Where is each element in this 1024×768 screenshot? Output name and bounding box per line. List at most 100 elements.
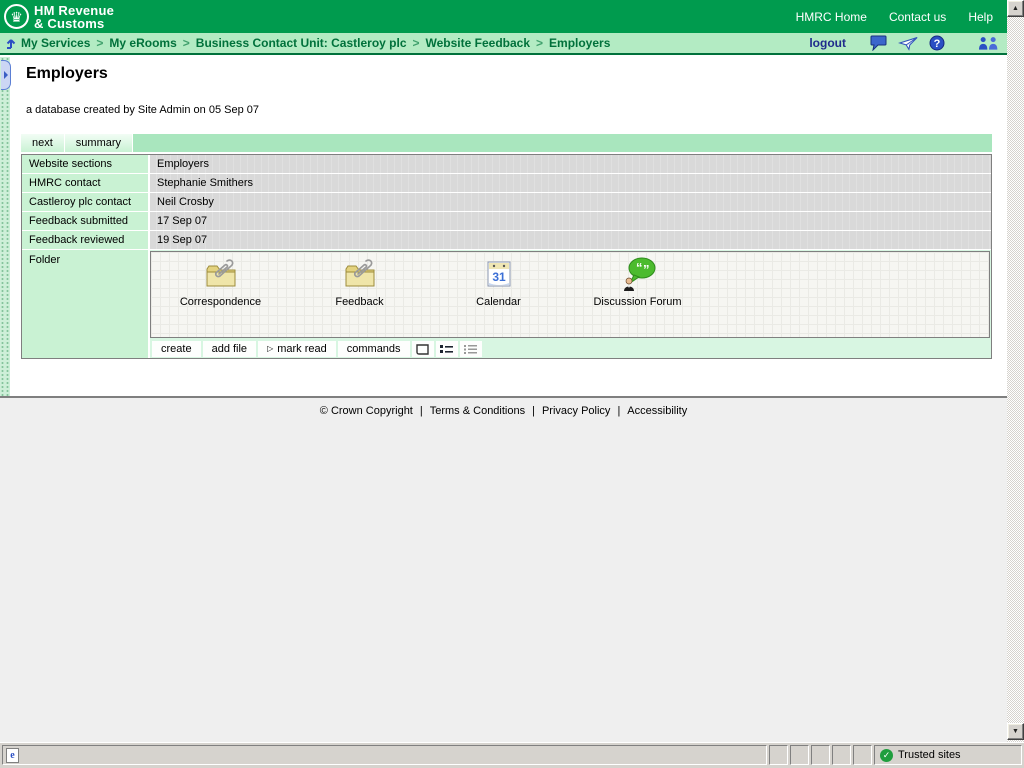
row-value: Neil Crosby <box>150 193 991 212</box>
sidebar-collapse-strip[interactable] <box>0 57 10 396</box>
crumb-employers[interactable]: Employers <box>549 36 610 50</box>
scroll-down-button[interactable]: ▼ <box>1007 723 1024 740</box>
row-value: Employers <box>150 155 991 174</box>
discussion-forum-icon: “ ” <box>620 257 656 291</box>
app-header: ♛ HM Revenue & Customs HMRC Home Contact… <box>0 0 1007 33</box>
crown-copyright-text: © Crown Copyright <box>320 405 413 417</box>
row-value: 19 Sep 07 <box>150 231 991 250</box>
members-icon[interactable] <box>979 35 999 51</box>
crumb-website-feedback[interactable]: Website Feedback <box>426 36 530 50</box>
folder-paperclip-icon <box>342 257 378 291</box>
svg-text:“: “ <box>636 260 643 275</box>
logo-text: HM Revenue & Customs <box>34 4 114 30</box>
database-summary-table: Website sections Employers HMRC contact … <box>21 154 992 359</box>
row-label: Website sections <box>22 155 150 174</box>
crumb-my-erooms[interactable]: My eRooms <box>109 36 176 50</box>
folder-item-label: Correspondence <box>180 296 261 308</box>
commands-button[interactable]: commands <box>338 341 410 357</box>
hmrc-logo[interactable]: ♛ HM Revenue & Customs <box>4 4 114 30</box>
folder-icon-panel: Correspondence Feedback <box>150 251 990 338</box>
row-label: HMRC contact <box>22 174 150 193</box>
folder-paperclip-icon <box>203 257 239 291</box>
folder-item-correspondence[interactable]: Correspondence <box>151 257 290 337</box>
help-question-icon[interactable]: ? <box>927 35 947 51</box>
details-view-button[interactable] <box>460 341 482 357</box>
list-view-button[interactable] <box>436 341 458 357</box>
svg-text:31: 31 <box>492 270 506 284</box>
folder-item-label: Discussion Forum <box>593 296 681 308</box>
status-pane <box>790 745 809 765</box>
chat-bubble-icon[interactable] <box>869 35 889 51</box>
folder-command-bar: create add file ▷ mark read commands <box>150 341 991 357</box>
status-main-pane: e <box>2 745 767 765</box>
breadcrumb-actions: logout ? <box>809 35 999 51</box>
vertical-scrollbar[interactable]: ▲ ▼ <box>1007 0 1024 742</box>
status-pane <box>832 745 851 765</box>
list-view-icon <box>440 344 453 355</box>
row-value: Stephanie Smithers <box>150 174 991 193</box>
mark-read-flag-icon: ▷ <box>267 341 273 357</box>
breadcrumb: My Services > My eRooms > Business Conta… <box>0 33 1007 55</box>
add-file-button[interactable]: add file <box>203 341 256 357</box>
status-pane <box>811 745 830 765</box>
table-row: Website sections Employers <box>22 155 991 174</box>
send-paper-plane-icon[interactable] <box>898 35 918 51</box>
page-subtitle: a database created by Site Admin on 05 S… <box>26 104 259 116</box>
row-label: Castleroy plc contact <box>22 193 150 212</box>
crown-icon: ♛ <box>4 4 29 29</box>
status-pane <box>853 745 872 765</box>
crumb-business-contact-unit[interactable]: Business Contact Unit: Castleroy plc <box>196 36 407 50</box>
header-links: HMRC Home Contact us Help <box>796 10 993 24</box>
crumb-separator: > <box>183 36 190 50</box>
page-footer: © Crown Copyright | Terms & Conditions | Pri… <box>0 398 1007 742</box>
up-level-icon[interactable] <box>5 37 17 49</box>
down-arrow-icon: ▼ <box>1012 728 1019 735</box>
crumb-separator: > <box>96 36 103 50</box>
trusted-sites-check-icon: ✓ <box>880 749 893 762</box>
browser-viewport: ♛ HM Revenue & Customs HMRC Home Contact… <box>0 0 1007 742</box>
link-contact-us[interactable]: Contact us <box>889 10 946 24</box>
security-zone-pane: ✓ Trusted sites <box>874 745 1022 765</box>
folder-item-discussion-forum[interactable]: “ ” Discussion Forum <box>568 257 707 337</box>
tab-summary[interactable]: summary <box>65 134 133 152</box>
tab-next[interactable]: next <box>21 134 65 152</box>
row-label: Folder <box>22 250 150 358</box>
footer-separator: | <box>420 405 423 417</box>
folder-item-calendar[interactable]: 31 Calendar <box>429 257 568 337</box>
row-label: Feedback submitted <box>22 212 150 231</box>
table-row: Castleroy plc contact Neil Crosby <box>22 193 991 212</box>
link-help[interactable]: Help <box>968 10 993 24</box>
svg-text:?: ? <box>934 38 941 50</box>
svg-text:”: ” <box>643 262 650 277</box>
link-accessibility[interactable]: Accessibility <box>627 405 687 417</box>
icon-view-button[interactable] <box>412 341 434 357</box>
ie-document-icon: e <box>6 748 19 763</box>
footer-separator: | <box>617 405 620 417</box>
folder-item-label: Feedback <box>335 296 383 308</box>
link-terms-conditions[interactable]: Terms & Conditions <box>430 405 525 417</box>
folder-item-label: Calendar <box>476 296 521 308</box>
mark-read-button[interactable]: ▷ mark read <box>258 341 336 357</box>
table-row: Feedback submitted 17 Sep 07 <box>22 212 991 231</box>
security-zone-label: Trusted sites <box>898 749 961 761</box>
row-value: 17 Sep 07 <box>150 212 991 231</box>
folder-item-feedback[interactable]: Feedback <box>290 257 429 337</box>
tab-bar: next summary <box>21 134 992 152</box>
crumb-separator: > <box>413 36 420 50</box>
scroll-up-button[interactable]: ▲ <box>1007 0 1024 17</box>
table-row: HMRC contact Stephanie Smithers <box>22 174 991 193</box>
chevron-right-icon <box>4 71 8 79</box>
folder-row: Folder Correspondence <box>22 250 991 358</box>
footer-separator: | <box>532 405 535 417</box>
create-button[interactable]: create <box>152 341 201 357</box>
link-hmrc-home[interactable]: HMRC Home <box>796 10 867 24</box>
calendar-icon: 31 <box>481 257 517 291</box>
details-view-icon <box>464 344 477 355</box>
link-privacy-policy[interactable]: Privacy Policy <box>542 405 610 417</box>
sidebar-expander-tab[interactable] <box>1 60 11 90</box>
page-title: Employers <box>26 65 108 83</box>
folder-contents: Correspondence Feedback <box>150 250 991 358</box>
crumb-my-services[interactable]: My Services <box>21 36 90 50</box>
logout-button[interactable]: logout <box>809 36 846 50</box>
crumb-separator: > <box>536 36 543 50</box>
